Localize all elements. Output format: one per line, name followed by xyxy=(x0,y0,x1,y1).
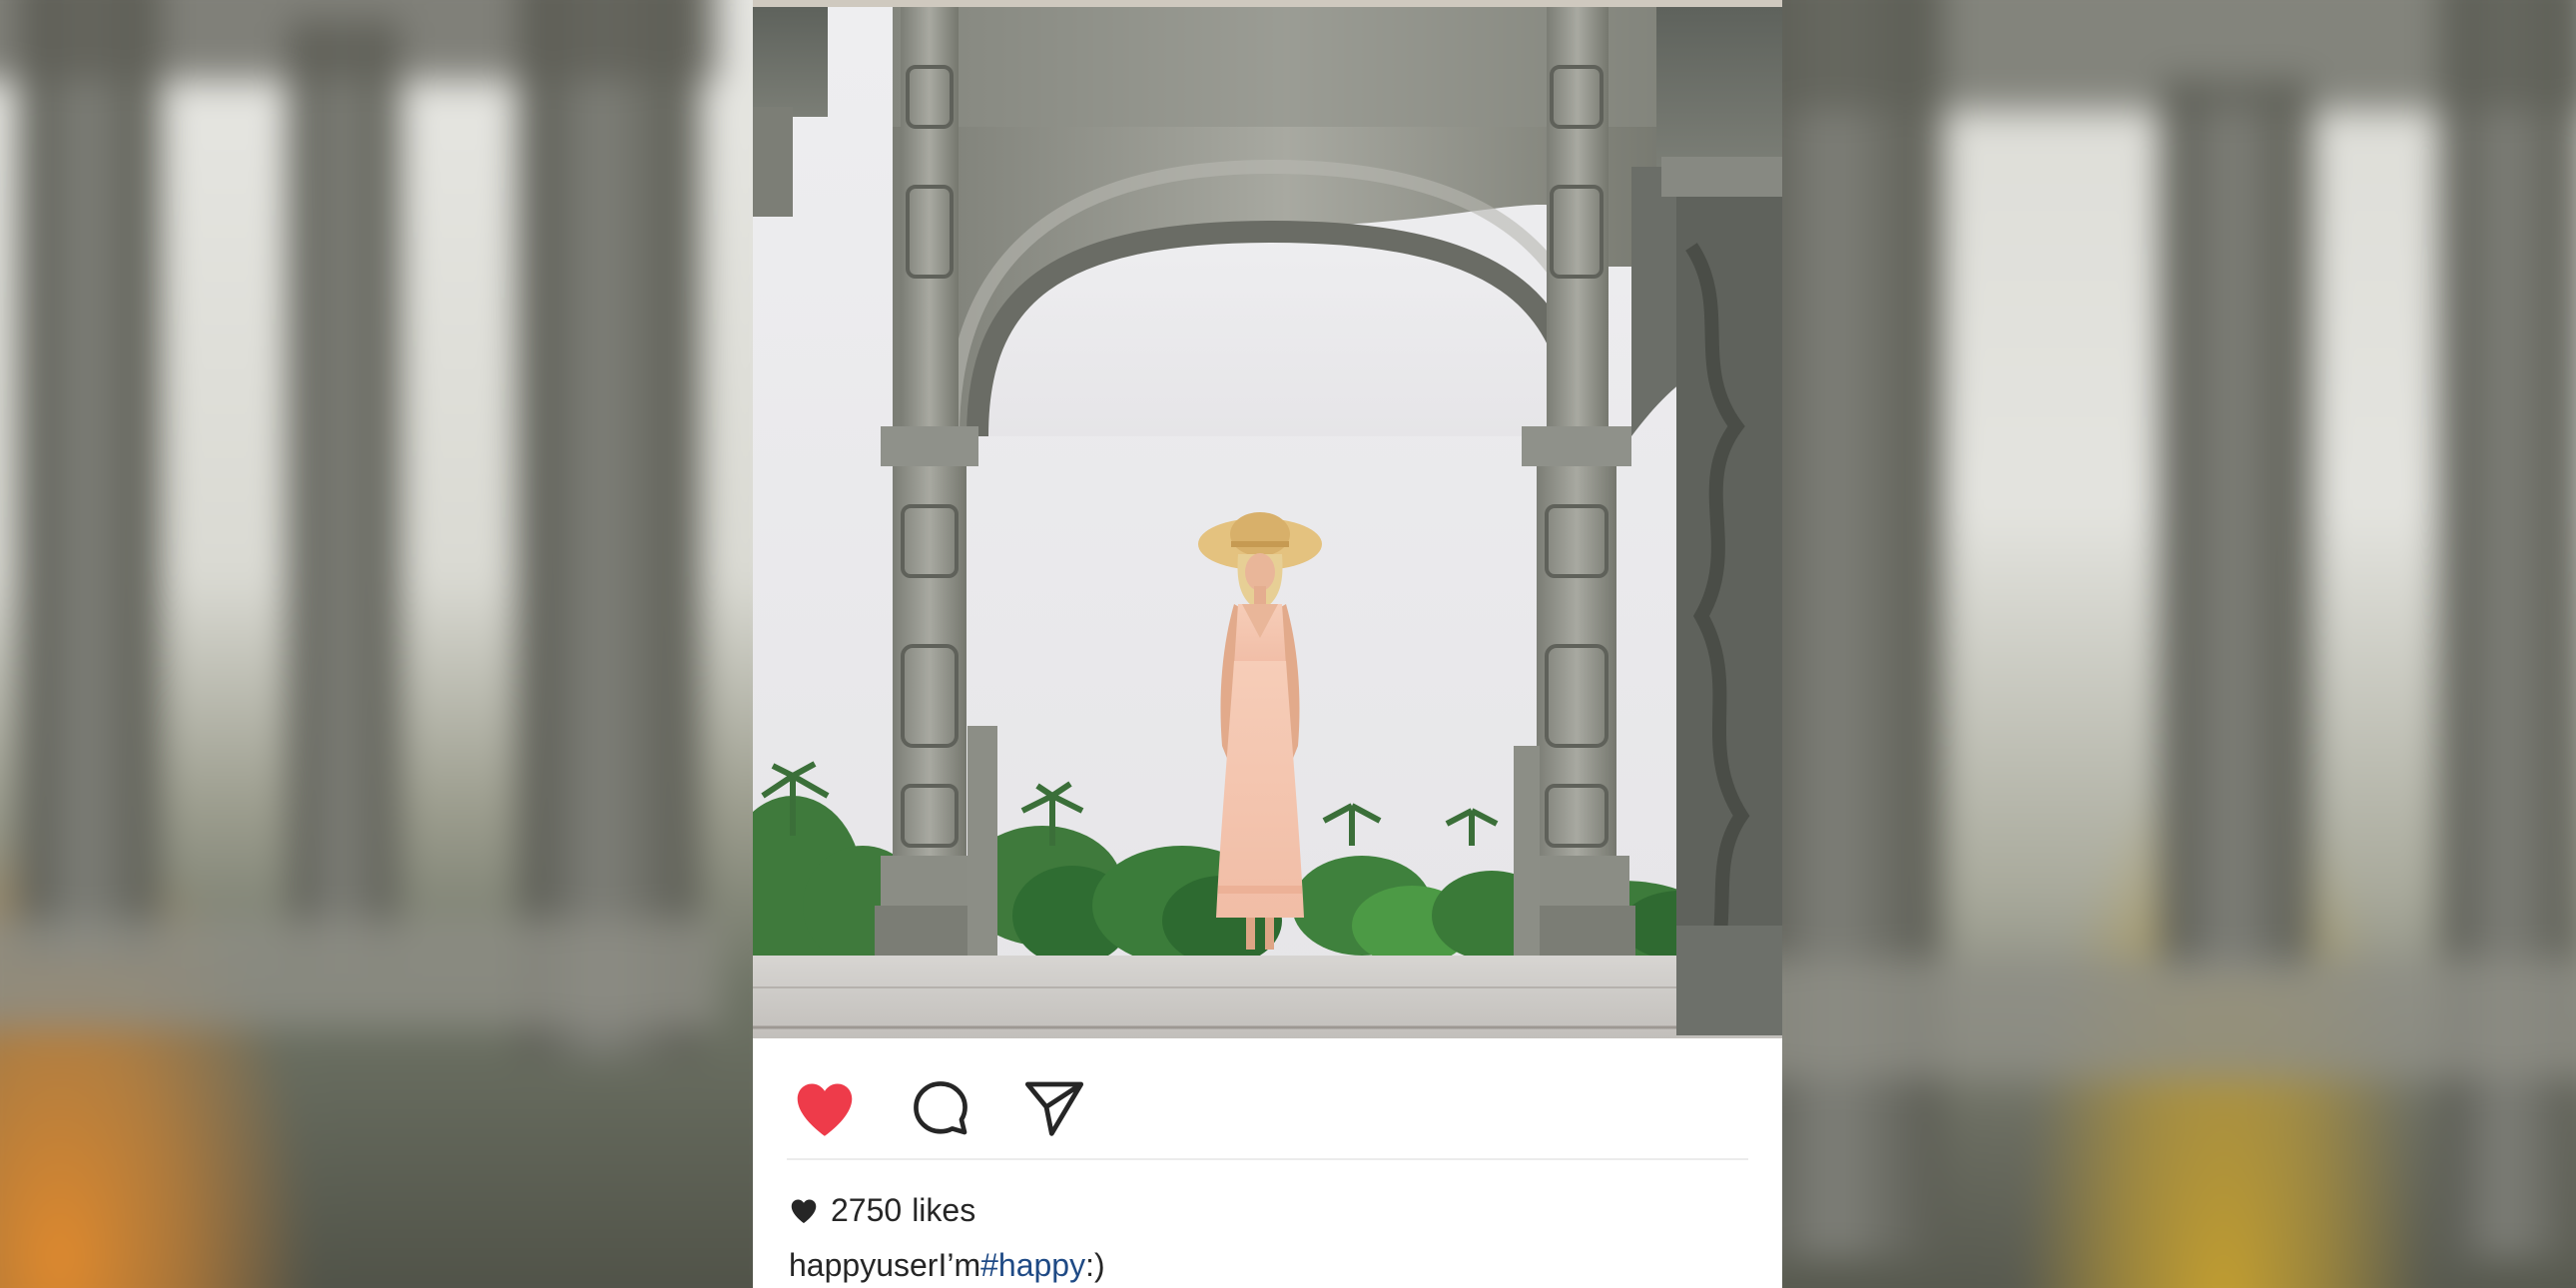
likes-heart-icon xyxy=(789,1197,819,1224)
comment-bubble-icon xyxy=(914,1081,967,1135)
caption-text: I’m xyxy=(938,1246,981,1283)
post-caption: happyuser I’m #happy :) xyxy=(789,1243,1105,1287)
blurred-background-left xyxy=(0,0,753,1288)
caption-hashtag[interactable]: #happy xyxy=(980,1247,1085,1284)
heart-icon xyxy=(797,1083,853,1136)
comment-button[interactable] xyxy=(905,1072,976,1144)
blurred-background-right xyxy=(1782,0,2576,1288)
paper-plane-icon xyxy=(1024,1081,1084,1136)
post-action-bar xyxy=(753,1038,1782,1163)
like-button[interactable] xyxy=(789,1072,861,1144)
background-scene-image xyxy=(0,0,753,1288)
post-photo[interactable] xyxy=(753,7,1782,1038)
caption-username[interactable]: happyuser xyxy=(789,1247,938,1284)
temple-arch-photo xyxy=(753,7,1782,1038)
background-scene-image xyxy=(1782,0,2576,1288)
likes-label: likes xyxy=(912,1191,976,1228)
divider xyxy=(787,1158,1748,1160)
share-button[interactable] xyxy=(1018,1072,1090,1144)
likes-count: 2750 xyxy=(831,1191,903,1228)
likes-summary[interactable]: 2750 likes xyxy=(789,1190,975,1230)
app-screen: 2750 likes happyuser I’m #happy :) xyxy=(0,0,2576,1288)
caption-suffix: :) xyxy=(1085,1246,1105,1283)
feed-post: 2750 likes happyuser I’m #happy :) xyxy=(753,7,1782,1288)
